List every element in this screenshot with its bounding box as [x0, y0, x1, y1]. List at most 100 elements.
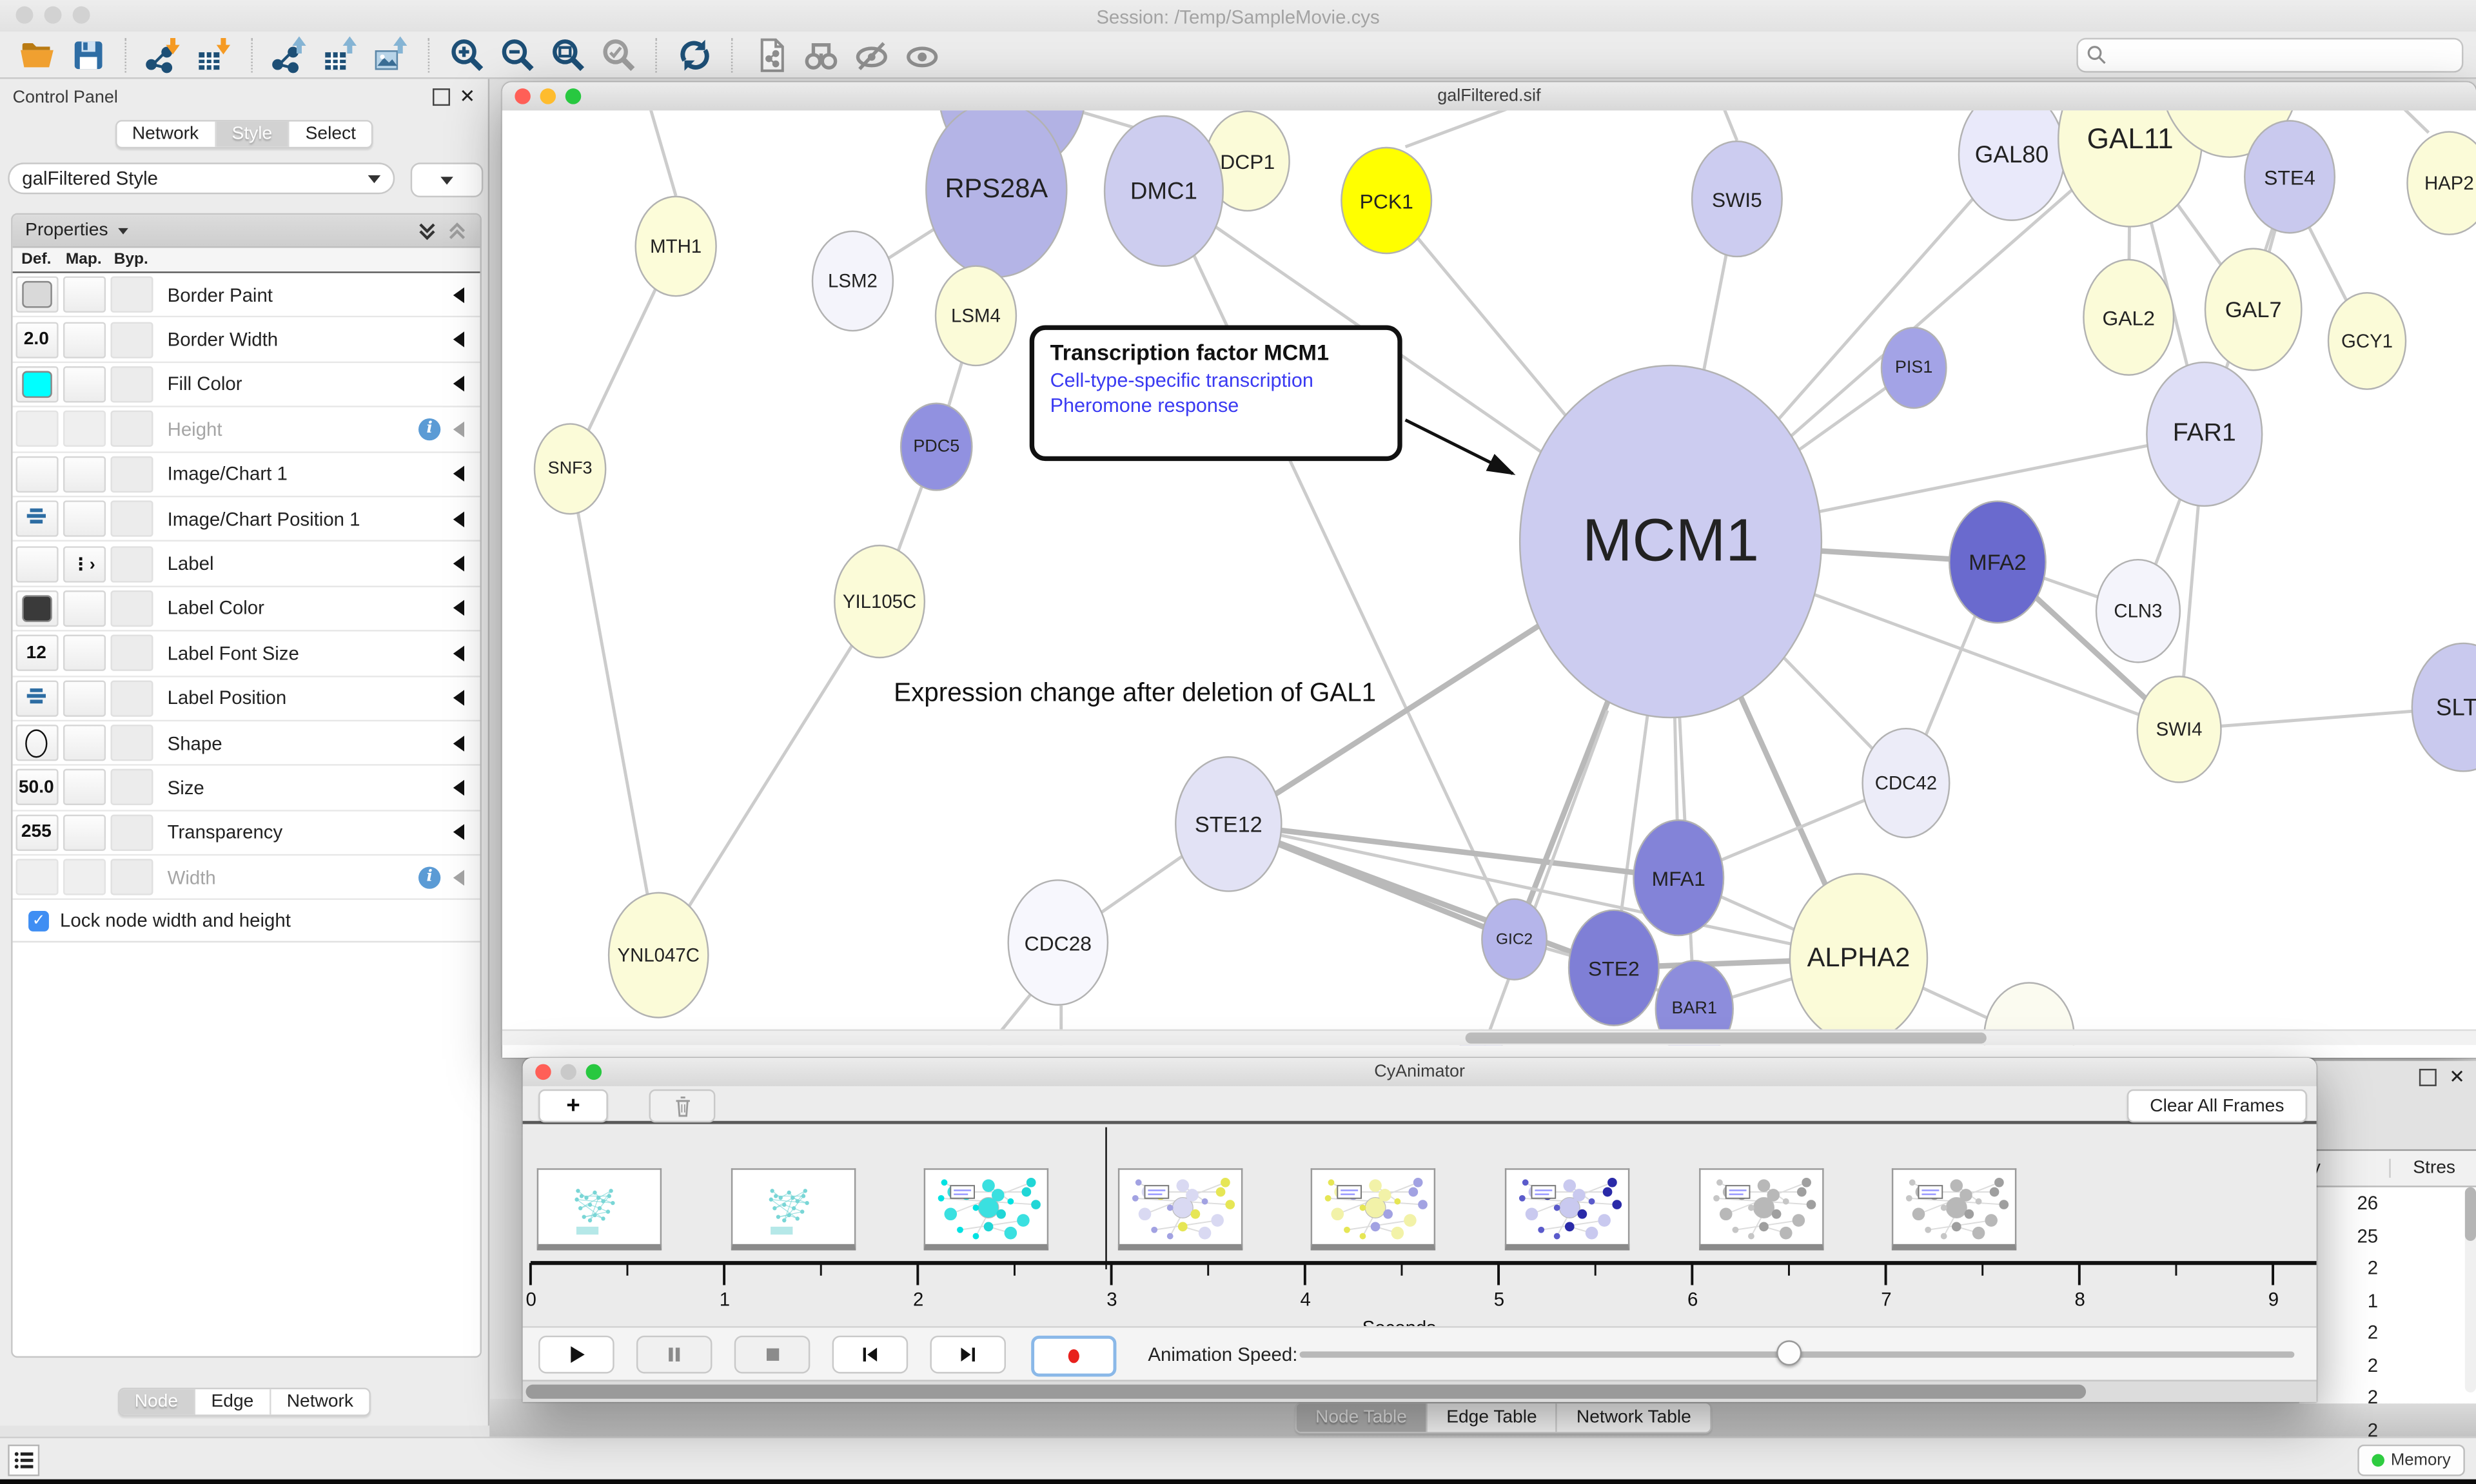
network-hscrollbar[interactable] — [502, 1030, 2476, 1045]
frame-thumbnail-3[interactable] — [1117, 1168, 1242, 1250]
network-node-ynl047c[interactable]: YNL047C — [608, 892, 709, 1019]
network-node-cdc42[interactable]: CDC42 — [1862, 728, 1950, 838]
network-node-mth1[interactable]: MTH1 — [634, 196, 716, 297]
network-node-ste12[interactable]: STE12 — [1175, 756, 1282, 892]
tab-edge-table[interactable]: Edge Table — [1428, 1403, 1558, 1432]
import-network-icon[interactable] — [144, 35, 185, 73]
network-node-ste4[interactable]: STE4 — [2244, 120, 2335, 233]
network-node-swi4[interactable]: SWI4 — [2136, 676, 2221, 783]
play-button[interactable] — [538, 1336, 614, 1374]
zoom-selected-icon[interactable] — [598, 35, 640, 73]
property-row-border-width[interactable]: 2.0Border Width — [13, 318, 480, 363]
network-node-yil105c[interactable]: YIL105C — [834, 545, 925, 658]
property-row-label-color[interactable]: Label Color — [13, 587, 480, 632]
network-node-gcy1[interactable]: GCY1 — [2328, 292, 2406, 390]
zoom-in-icon[interactable] — [447, 35, 488, 73]
tab-network[interactable]: Network — [271, 1389, 369, 1414]
tab-network-table[interactable]: Network Table — [1557, 1403, 1710, 1432]
zoom-fit-icon[interactable] — [548, 35, 589, 73]
lock-node-size-row[interactable]: ✓ Lock node width and height — [13, 901, 480, 943]
refresh-layout-icon[interactable] — [674, 35, 716, 73]
scrollbar-thumb[interactable] — [526, 1385, 2087, 1399]
property-row-image-chart-position-1[interactable]: Image/Chart Position 1 — [13, 497, 480, 542]
float-panel-icon[interactable] — [433, 88, 450, 106]
zoom-out-icon[interactable] — [497, 35, 538, 73]
expand-row-icon[interactable] — [453, 690, 464, 706]
network-file-icon[interactable] — [750, 35, 791, 73]
frame-thumbnail-7[interactable] — [1892, 1168, 2016, 1250]
frame-thumbnail-0[interactable] — [537, 1168, 662, 1250]
add-frame-button[interactable]: + — [538, 1089, 608, 1122]
checkbox-checked-icon[interactable]: ✓ — [28, 911, 49, 932]
network-node-far1[interactable]: FAR1 — [2146, 362, 2263, 507]
network-node-lsm2[interactable]: LSM2 — [812, 231, 894, 332]
expand-row-icon[interactable] — [453, 331, 464, 347]
property-row-width[interactable]: Widthi — [13, 856, 480, 901]
expand-row-icon[interactable] — [453, 870, 464, 885]
table-row[interactable]: 1 — [2299, 1284, 2476, 1316]
network-node-mfa2[interactable]: MFA2 — [1949, 500, 2047, 623]
network-canvas[interactable]: DCP1RPS28ADMC1PCK1MTH1LSM2LSM4SNF3PDC5YI… — [502, 110, 2476, 1045]
annotation-callout[interactable]: Transcription factor MCM1 Cell-type-spec… — [1030, 325, 1402, 461]
annotation-link[interactable]: Cell-type-specific transcription — [1050, 369, 1382, 391]
close-panel-icon[interactable]: ✕ — [460, 85, 476, 107]
scrollbar-thumb[interactable] — [1466, 1033, 1987, 1044]
property-row-label-font-size[interactable]: 12Label Font Size — [13, 632, 480, 677]
network-node-snf3[interactable]: SNF3 — [534, 423, 607, 514]
network-node-gic2[interactable]: GIC2 — [1481, 898, 1548, 980]
save-session-icon[interactable] — [68, 35, 109, 73]
property-row-transparency[interactable]: 255Transparency — [13, 811, 480, 856]
expand-row-icon[interactable] — [453, 601, 464, 616]
float-panel-icon[interactable] — [2419, 1069, 2437, 1086]
export-image-icon[interactable] — [371, 35, 413, 73]
table-row[interactable]: 2 — [2299, 1414, 2476, 1446]
expand-row-icon[interactable] — [453, 556, 464, 571]
property-row-label[interactable]: ⋮›Label — [13, 542, 480, 587]
binoculars-icon[interactable] — [801, 35, 842, 73]
expand-row-icon[interactable] — [453, 735, 464, 750]
tab-select[interactable]: Select — [290, 122, 371, 147]
table-row[interactable]: 25 — [2299, 1220, 2476, 1252]
property-row-image-chart-1[interactable]: Image/Chart 1 — [13, 453, 480, 498]
property-row-size[interactable]: 50.0Size — [13, 766, 480, 811]
collapse-all-icon[interactable] — [447, 220, 467, 241]
table-row[interactable]: 2 — [2299, 1381, 2476, 1414]
table-row[interactable]: 2 — [2299, 1349, 2476, 1381]
expand-row-icon[interactable] — [453, 376, 464, 392]
cyanimator-hscrollbar[interactable] — [523, 1380, 2317, 1401]
table-row[interactable]: 26 — [2299, 1187, 2476, 1220]
expand-all-icon[interactable] — [417, 220, 438, 241]
tab-edge[interactable]: Edge — [195, 1389, 271, 1414]
table-row[interactable]: 2 — [2299, 1252, 2476, 1284]
scrollbar-thumb[interactable] — [2465, 1187, 2476, 1241]
clear-all-frames-button[interactable]: Clear All Frames — [2127, 1089, 2307, 1122]
network-node-pis1[interactable]: PIS1 — [1881, 327, 1947, 409]
tab-node[interactable]: Node — [119, 1389, 195, 1414]
info-icon[interactable]: i — [418, 418, 440, 440]
frame-thumbnail-2[interactable] — [924, 1168, 1048, 1250]
network-node-dmc1[interactable]: DMC1 — [1104, 115, 1224, 267]
network-node-mfa1[interactable]: MFA1 — [1633, 819, 1724, 936]
properties-header[interactable]: Properties — [13, 215, 480, 248]
network-node-alpha2[interactable]: ALPHA2 — [1789, 873, 1929, 1043]
network-node-pck1[interactable]: PCK1 — [1341, 147, 1432, 255]
show-panels-button[interactable] — [8, 1445, 39, 1476]
skip-to-end-button[interactable] — [930, 1336, 1006, 1374]
table-vscrollbar[interactable] — [2465, 1187, 2476, 1392]
frame-thumbnail-1[interactable] — [731, 1168, 855, 1250]
playhead[interactable] — [1105, 1128, 1106, 1269]
delete-frame-button[interactable] — [649, 1089, 716, 1122]
expand-row-icon[interactable] — [453, 422, 464, 437]
expand-row-icon[interactable] — [453, 645, 464, 661]
property-row-border-paint[interactable]: Border Paint — [13, 273, 480, 318]
frame-thumbnail-6[interactable] — [1698, 1168, 1823, 1250]
cyanimator-titlebar[interactable]: CyAnimator — [523, 1058, 2317, 1088]
export-table-icon[interactable] — [320, 35, 362, 73]
network-window-titlebar[interactable]: galFiltered.sif — [502, 82, 2476, 112]
speed-slider-handle[interactable] — [1776, 1340, 1802, 1365]
network-node-ste2[interactable]: STE2 — [1568, 910, 1660, 1026]
expand-row-icon[interactable] — [453, 287, 464, 302]
skip-to-start-button[interactable] — [832, 1336, 909, 1374]
export-network-icon[interactable] — [270, 35, 311, 73]
network-node-cdc28[interactable]: CDC28 — [1007, 879, 1108, 1006]
